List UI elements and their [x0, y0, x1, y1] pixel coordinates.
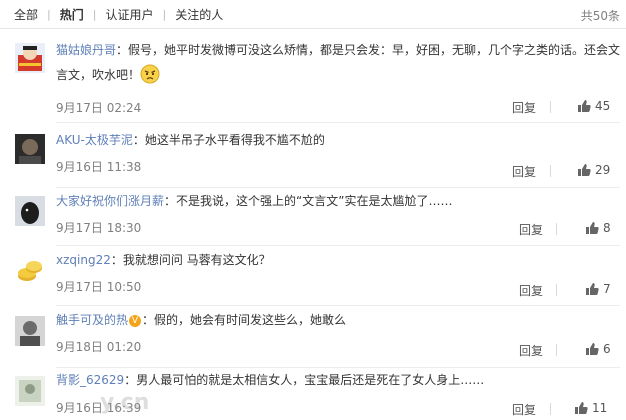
comment-colon: ： — [132, 133, 145, 147]
like-button[interactable]: 45 — [577, 99, 610, 113]
comment-time: 9月17日 02:24 — [56, 101, 142, 115]
comment-time: 9月17日 10:50 — [56, 280, 142, 294]
like-count: 11 — [592, 401, 608, 415]
thumbs-up-icon — [586, 343, 599, 355]
comment-colon: ： — [116, 43, 129, 57]
comment-colon: ： — [124, 373, 137, 387]
tab-verified-users[interactable]: 认证用户 — [105, 6, 153, 23]
like-button[interactable]: 8 — [585, 221, 611, 235]
comment-item: 大家好祝你们涨月薪：不是我说，这个强上的“文言文”实在是太尴尬了…… 9月17日… — [0, 186, 626, 246]
angry-face-emoji-icon — [140, 64, 160, 84]
comment-item: 背影_62629：男人最可怕的就是太相信女人，宝宝最后还是死在了女人身上…… 9… — [0, 368, 626, 420]
comment-body: 大家好祝你们涨月薪：不是我说，这个强上的“文言文”实在是太尴尬了…… — [56, 189, 624, 214]
action-divider — [550, 165, 551, 177]
thumbs-up-icon — [578, 100, 591, 112]
action-divider — [550, 101, 551, 113]
like-button[interactable]: 6 — [585, 342, 611, 356]
reply-button[interactable]: 回复 — [519, 221, 543, 238]
like-count: 29 — [595, 163, 611, 177]
thumbs-up-icon — [575, 402, 588, 414]
reply-button[interactable]: 回复 — [512, 99, 536, 116]
verified-badge-icon: V — [129, 315, 142, 327]
comment-divider — [56, 122, 620, 123]
like-count: 6 — [603, 342, 611, 356]
like-count: 7 — [603, 282, 611, 296]
comment-body: 猫姑娘丹哥：假号，她平时发微博可没这么矫情，都是只会发：早，好困，无聊，几个字之… — [56, 38, 624, 88]
comment-item: xzqing22：我就想问问 马蓉有这文化？ 9月17日 10:50 回复 7 — [0, 246, 626, 306]
avatar[interactable] — [15, 376, 45, 406]
comment-text: 她这半吊子水平看得我不尴不尬的 — [144, 133, 325, 147]
comment-text: 不是我说，这个强上的“文言文”实在是太尴尬了…… — [176, 194, 453, 208]
tab-hot[interactable]: 热门 — [60, 6, 84, 23]
avatar[interactable] — [15, 134, 45, 164]
thumbs-up-icon — [586, 283, 599, 295]
avatar[interactable] — [15, 256, 45, 286]
avatar[interactable] — [15, 316, 45, 346]
comment-username[interactable]: AKU-太极芋泥 — [56, 133, 133, 147]
total-comment-count: 共50条 — [580, 9, 620, 23]
reply-button[interactable]: 回复 — [519, 342, 543, 359]
comment-username[interactable]: 触手可及的热 — [56, 313, 128, 327]
action-divider — [556, 223, 557, 235]
avatar[interactable] — [15, 43, 45, 73]
watermark: y.cn — [100, 390, 150, 415]
comment-item: 触手可及的热 V ：假的，她会有时间发这些么，她敢么 9月18日 01:20 回复 … — [0, 306, 626, 368]
reply-button[interactable]: 回复 — [512, 163, 536, 180]
tab-separator: | — [92, 7, 97, 21]
comment-username[interactable]: 猫姑娘丹哥 — [56, 43, 116, 57]
comment-colon: ： — [142, 313, 155, 327]
comment-body: 触手可及的热 V ：假的，她会有时间发这些么，她敢么 — [56, 308, 624, 333]
comment-time: 9月16日 11:38 — [56, 160, 142, 174]
comment-body: xzqing22：我就想问问 马蓉有这文化？ — [56, 248, 624, 273]
comment-text: 假的，她会有时间发这些么，她敢么 — [154, 313, 347, 327]
reply-button[interactable]: 回复 — [519, 282, 543, 299]
action-divider — [556, 284, 557, 296]
like-button[interactable]: 11 — [574, 401, 607, 415]
like-button[interactable]: 7 — [585, 282, 611, 296]
tab-separator: | — [162, 7, 167, 21]
avatar[interactable] — [15, 196, 45, 226]
action-divider — [550, 403, 551, 415]
tab-separator: | — [47, 7, 51, 21]
like-button[interactable]: 29 — [577, 163, 610, 177]
comment-username[interactable]: xzqing22 — [56, 253, 111, 267]
comment-colon: ： — [164, 194, 177, 208]
like-count: 45 — [595, 99, 611, 113]
comment-text: 男人最可怕的就是太相信女人，宝宝最后还是死在了女人身上…… — [136, 373, 485, 387]
comment-username[interactable]: 大家好祝你们涨月薪 — [56, 194, 164, 208]
comment-item: 猫姑娘丹哥：假号，她平时发微博可没这么矫情，都是只会发：早，好困，无聊，几个字之… — [0, 29, 626, 123]
comment-colon: ： — [110, 253, 123, 267]
comment-text: 我就想问问 马蓉有这文化？ — [122, 253, 271, 267]
comment-time: 9月17日 18:30 — [56, 221, 142, 235]
tab-following[interactable]: 关注的人 — [175, 6, 223, 23]
like-count: 8 — [603, 221, 611, 235]
thumbs-up-icon — [578, 164, 591, 176]
action-divider — [556, 344, 557, 356]
comment-filter-tabs: 全部 | 热门 | 认证用户 | 关注的人 共50条 — [0, 0, 626, 29]
comment-item: AKU-太极芋泥：她这半吊子水平看得我不尴不尬的 9月16日 11:38 回复 … — [0, 124, 626, 188]
comment-body: AKU-太极芋泥：她这半吊子水平看得我不尴不尬的 — [56, 128, 624, 153]
comment-time: 9月18日 01:20 — [56, 340, 142, 354]
comment-username[interactable]: 背影_62629 — [56, 373, 124, 387]
reply-button[interactable]: 回复 — [512, 401, 536, 418]
thumbs-up-icon — [586, 222, 599, 234]
tab-all[interactable]: 全部 — [14, 6, 38, 23]
